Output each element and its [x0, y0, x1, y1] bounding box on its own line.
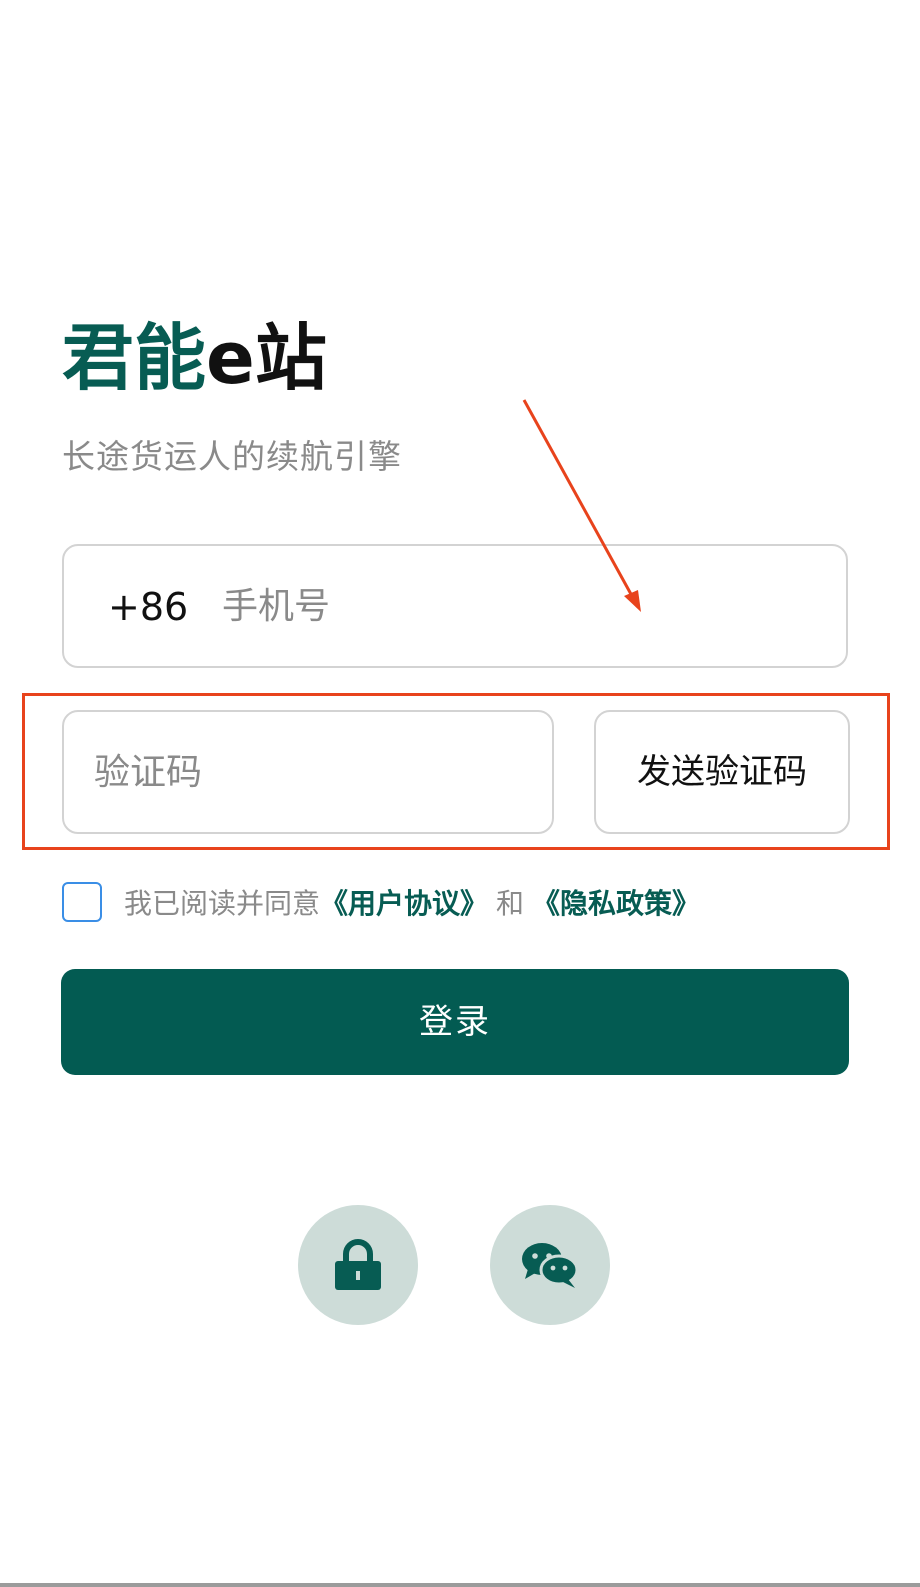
app-slogan: 长途货运人的续航引擎 [62, 437, 402, 476]
agreement-and: 和 [496, 887, 525, 920]
app-title: 君能e站 [62, 318, 327, 398]
privacy-policy-link[interactable]: 《隐私政策》 [532, 882, 700, 922]
app-title-part1: 君能 [62, 316, 207, 400]
phone-placeholder: 手机号 [222, 586, 331, 627]
login-button[interactable]: 登录 [61, 969, 849, 1075]
agreement-row: 我已阅读并同意 《用户协议》 和 《隐私政策》 [62, 880, 700, 924]
password-login-button[interactable] [298, 1205, 418, 1325]
agreement-checkbox[interactable] [62, 882, 102, 922]
app-title-part2: e站 [206, 316, 327, 400]
bottom-edge [0, 1583, 920, 1587]
phone-input[interactable]: +86 手机号 [62, 544, 848, 668]
agreement-text: 我已阅读并同意 [124, 887, 321, 920]
user-agreement-link[interactable]: 《用户协议》 [320, 882, 488, 922]
lock-icon [335, 1239, 381, 1290]
wechat-login-button[interactable] [490, 1205, 610, 1325]
annotation-highlight-box [22, 693, 890, 850]
wechat-icon [522, 1243, 579, 1288]
country-code[interactable]: +86 [108, 584, 188, 630]
